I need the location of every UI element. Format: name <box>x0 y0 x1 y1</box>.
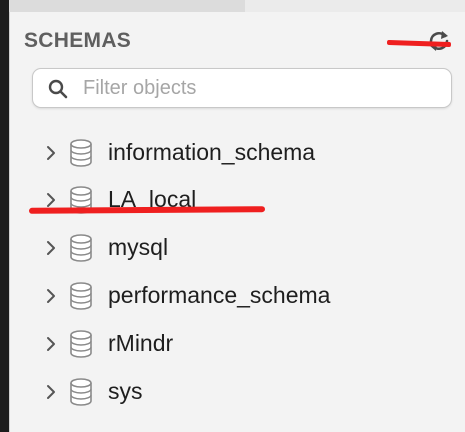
database-icon <box>69 139 93 167</box>
chevron-right-icon[interactable] <box>45 192 57 208</box>
schema-row-sys[interactable]: sys <box>10 372 465 412</box>
filter-objects-search-box[interactable] <box>32 68 452 108</box>
schema-label: mysql <box>108 234 169 260</box>
schema-row-mysql[interactable]: mysql <box>10 228 465 268</box>
search-icon <box>47 78 69 100</box>
chevron-right-icon[interactable] <box>45 240 57 256</box>
schema-label: sys <box>108 378 143 404</box>
schema-label: rMindr <box>108 330 174 356</box>
database-icon <box>69 378 93 406</box>
schema-label: performance_schema <box>108 282 331 308</box>
chevron-right-icon[interactable] <box>45 145 57 161</box>
top-toolbar-edge-right <box>245 0 465 12</box>
panel-title: SCHEMAS <box>24 29 132 52</box>
schema-row-information-schema[interactable]: information_schema <box>10 133 465 173</box>
schema-row-la-local[interactable]: LA_local <box>10 180 465 220</box>
database-icon <box>69 330 93 358</box>
top-toolbar-edge <box>9 0 245 12</box>
filter-objects-input[interactable] <box>83 69 443 107</box>
chevron-right-icon[interactable] <box>45 336 57 352</box>
schema-row-rmindr[interactable]: rMindr <box>10 324 465 364</box>
chevron-right-icon[interactable] <box>45 288 57 304</box>
schema-row-performance-schema[interactable]: performance_schema <box>10 276 465 316</box>
database-icon <box>69 234 93 262</box>
schemas-panel: SCHEMAS Filter objects information_schem… <box>9 12 465 432</box>
schema-label: information_schema <box>108 139 316 165</box>
database-icon <box>69 282 93 310</box>
left-window-edge <box>0 0 9 432</box>
chevron-right-icon[interactable] <box>45 384 57 400</box>
